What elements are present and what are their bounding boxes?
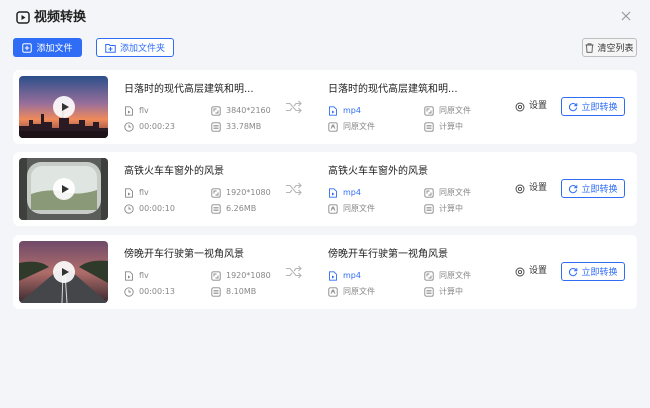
play-icon[interactable]	[53, 178, 75, 200]
meta-size: 6.26MB	[211, 204, 256, 214]
shuffle-convert-icon	[286, 100, 302, 114]
meta-size: 33.78MB	[211, 122, 261, 132]
close-icon[interactable]	[619, 9, 633, 23]
resolution-icon	[424, 271, 434, 281]
refresh-icon	[569, 267, 578, 276]
meta-resolution: 同原文件	[424, 106, 471, 116]
settings-button[interactable]: 设置	[515, 101, 547, 112]
video-thumbnail[interactable]	[19, 241, 108, 303]
play-icon[interactable]	[53, 96, 75, 118]
add-folder-label: 添加文件夹	[119, 44, 165, 54]
convert-now-button[interactable]: 立即转换	[561, 179, 625, 198]
meta-format: flv	[124, 106, 149, 116]
settings-button[interactable]: 设置	[515, 183, 547, 194]
file-size-icon	[211, 122, 221, 132]
refresh-icon	[569, 184, 578, 193]
file-card: 傍晚开车行驶第一视角风景 flv 1920*1080 00:00:13 8.10MB 傍晚…	[13, 235, 637, 309]
file-format-icon	[329, 188, 337, 198]
file-format-icon	[125, 188, 133, 198]
quality-icon	[328, 204, 338, 214]
resolution-icon	[211, 271, 221, 281]
add-file-button[interactable]: 添加文件	[13, 38, 82, 57]
meta-resolution: 3840*2160	[211, 106, 271, 116]
clear-list-label: 清空列表	[597, 44, 634, 54]
add-file-label: 添加文件	[36, 44, 73, 54]
gear-icon	[515, 184, 525, 193]
source-file-name: 日落时的现代高层建筑和明...	[124, 84, 254, 95]
meta-size: 计算中	[424, 122, 463, 132]
meta-quality: 同原文件	[328, 204, 375, 214]
meta-format: mp4	[328, 271, 361, 281]
add-folder-icon	[105, 43, 116, 53]
meta-quality: 同原文件	[328, 122, 375, 132]
meta-clock: 00:00:13	[124, 287, 175, 297]
add-file-icon	[22, 42, 33, 53]
shuffle-convert-icon	[286, 265, 302, 279]
convert-now-button[interactable]: 立即转换	[561, 262, 625, 281]
file-card: 高铁火车车窗外的风景 flv 1920*1080 00:00:10 6.26MB 高铁火车…	[13, 152, 637, 226]
convert-now-label: 立即转换	[581, 185, 618, 195]
meta-resolution: 同原文件	[424, 188, 471, 198]
add-folder-button[interactable]: 添加文件夹	[96, 38, 174, 57]
target-file-name: 傍晚开车行驶第一视角风景	[328, 249, 448, 260]
meta-clock: 00:00:23	[124, 122, 175, 132]
file-size-icon	[211, 204, 221, 214]
file-size-icon	[424, 122, 434, 132]
file-card: 日落时的现代高层建筑和明... flv 3840*2160 00:00:23 33.78…	[13, 70, 637, 144]
meta-format: flv	[124, 188, 149, 198]
refresh-icon	[569, 102, 578, 111]
quality-icon	[328, 287, 338, 297]
source-file-name: 高铁火车车窗外的风景	[124, 166, 224, 177]
file-size-icon	[424, 287, 434, 297]
meta-clock: 00:00:10	[124, 204, 175, 214]
meta-size: 计算中	[424, 287, 463, 297]
title-bar: 视频转换	[0, 0, 650, 34]
video-play-icon	[16, 11, 30, 24]
trash-icon	[585, 42, 594, 53]
file-format-icon	[125, 271, 133, 281]
clock-icon	[124, 287, 134, 297]
resolution-icon	[211, 188, 221, 198]
meta-format: mp4	[328, 188, 361, 198]
clock-icon	[124, 204, 134, 214]
shuffle-convert-icon	[286, 182, 302, 196]
meta-resolution: 1920*1080	[211, 188, 271, 198]
settings-button[interactable]: 设置	[515, 266, 547, 277]
file-format-icon	[329, 271, 337, 281]
play-icon[interactable]	[53, 261, 75, 283]
quality-icon	[328, 122, 338, 132]
target-file-name: 高铁火车车窗外的风景	[328, 166, 428, 177]
meta-format: flv	[124, 271, 149, 281]
meta-size: 8.10MB	[211, 287, 256, 297]
resolution-icon	[211, 106, 221, 116]
convert-now-label: 立即转换	[581, 103, 618, 113]
settings-label: 设置	[529, 101, 548, 111]
meta-size: 计算中	[424, 204, 463, 214]
gear-icon	[515, 267, 525, 276]
video-thumbnail[interactable]	[19, 158, 108, 220]
video-thumbnail[interactable]	[19, 76, 108, 138]
settings-label: 设置	[529, 266, 548, 276]
meta-format: mp4	[328, 106, 361, 116]
meta-resolution: 1920*1080	[211, 271, 271, 281]
resolution-icon	[424, 188, 434, 198]
file-format-icon	[329, 106, 337, 116]
settings-label: 设置	[529, 183, 548, 193]
file-format-icon	[125, 106, 133, 116]
convert-now-label: 立即转换	[581, 268, 618, 278]
meta-resolution: 同原文件	[424, 271, 471, 281]
resolution-icon	[424, 106, 434, 116]
clock-icon	[124, 122, 134, 132]
file-size-icon	[211, 287, 221, 297]
convert-now-button[interactable]: 立即转换	[561, 97, 625, 116]
meta-quality: 同原文件	[328, 287, 375, 297]
app-title: 视频转换	[34, 10, 87, 25]
target-file-name: 日落时的现代高层建筑和明...	[328, 84, 458, 95]
file-size-icon	[424, 204, 434, 214]
source-file-name: 傍晚开车行驶第一视角风景	[124, 249, 244, 260]
gear-icon	[515, 102, 525, 111]
clear-list-button[interactable]: 清空列表	[582, 38, 637, 57]
